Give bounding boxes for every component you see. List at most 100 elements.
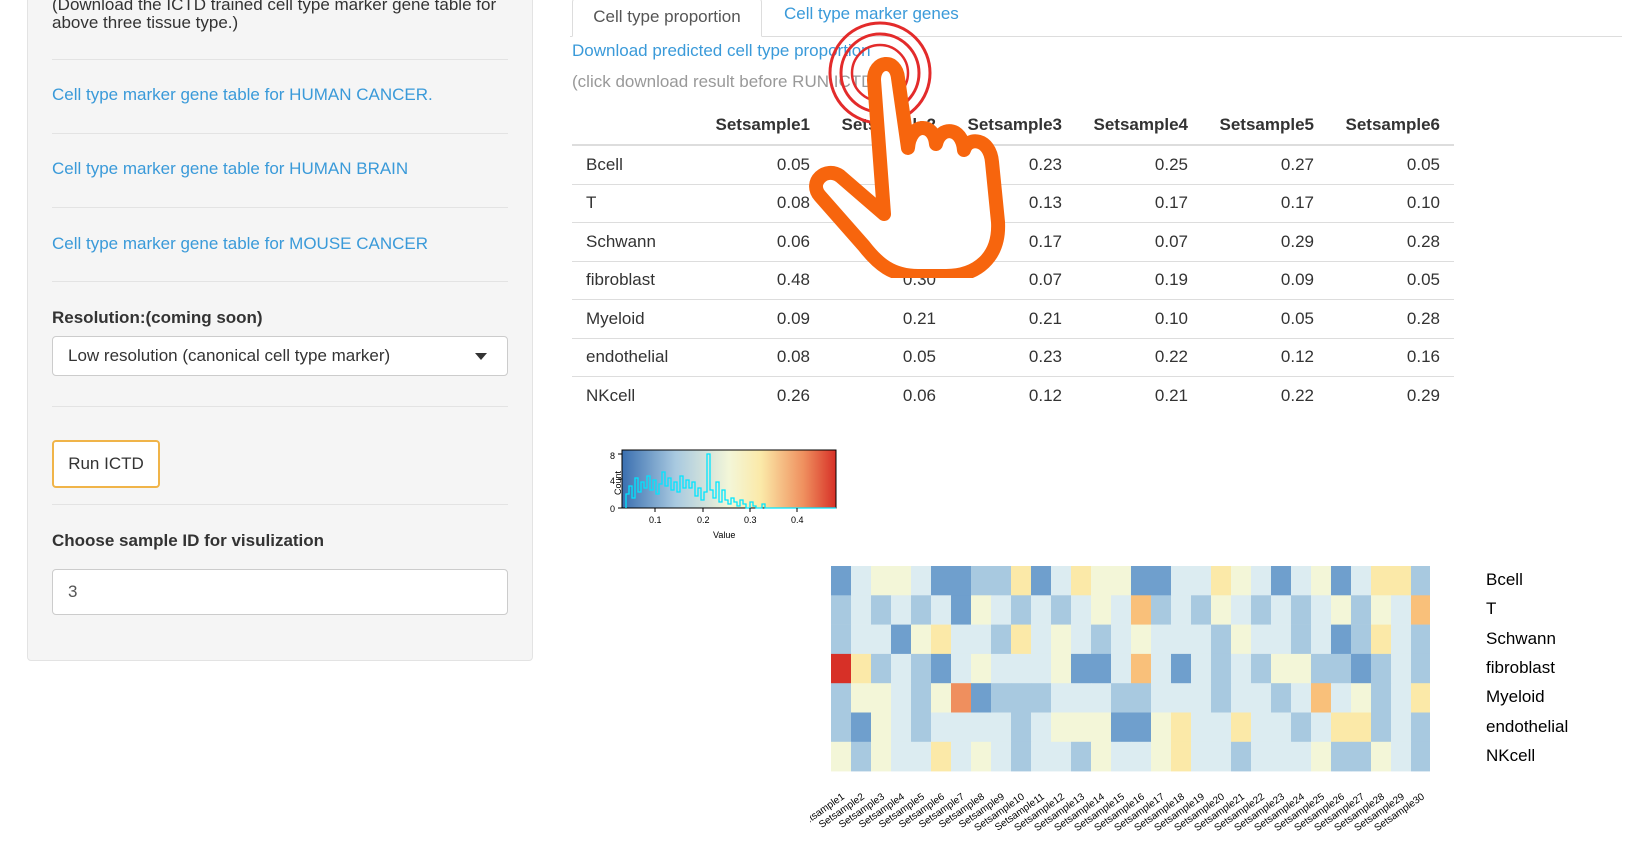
heatmap-cell: [1331, 624, 1352, 655]
heatmap-cell: [1291, 653, 1312, 684]
table-cell: 0.29: [1202, 222, 1328, 261]
heatmap-cell: [891, 566, 912, 596]
heatmap-cell: [891, 741, 912, 772]
heatmap-cell: [1191, 653, 1212, 684]
sample-id-input[interactable]: 3: [52, 569, 508, 615]
heatmap-cell: [1011, 712, 1032, 743]
heatmap-cell: [1311, 566, 1332, 596]
table-cell: 0.23: [950, 337, 1076, 377]
heatmap-cell: [1351, 741, 1372, 772]
table-cell: 0.21: [950, 299, 1076, 338]
heatmap-cell: [1171, 741, 1192, 772]
heatmap-cell: [1271, 683, 1292, 713]
column-header: Setsample5: [1202, 106, 1328, 146]
sample-id-label: Choose sample ID for visulization: [52, 531, 325, 550]
heatmap-cell: [1131, 712, 1152, 743]
heatmap-cell: [1191, 683, 1212, 713]
table-cell: 0.16: [1328, 337, 1454, 377]
heatmap-cell: [1091, 566, 1112, 596]
heatmap-cell: [1311, 741, 1332, 772]
row-label: Bcell: [572, 144, 698, 184]
heatmap-cell: [1291, 566, 1312, 596]
heatmap-cell: [1251, 683, 1272, 713]
heatmap-cell: [831, 741, 852, 772]
color-key-ytick: 4: [610, 476, 616, 486]
heatmap-cell: [851, 595, 872, 625]
heatmap-cell: [1031, 741, 1052, 772]
chevron-down-icon: [475, 353, 487, 360]
table-cell: 0.21: [1076, 376, 1202, 415]
heatmap-cell: [1031, 566, 1052, 596]
run-ictd-button[interactable]: Run ICTD: [52, 440, 160, 488]
resolution-select[interactable]: Low resolution (canonical cell type mark…: [52, 336, 508, 376]
heatmap-cell: [831, 653, 852, 684]
heatmap-cell: [831, 712, 852, 743]
table-row: NKcell 0.26 0.06 0.12 0.21 0.22 0.29: [572, 376, 1454, 415]
heatmap-cell: [931, 653, 952, 684]
heatmap-cell: [1211, 653, 1232, 684]
heatmap-cell: [1191, 566, 1212, 596]
heatmap-cell: [1371, 653, 1392, 684]
heatmap-cell: [931, 566, 952, 596]
heatmap-cell: [1071, 624, 1092, 655]
mouse-cancer-link[interactable]: Cell type marker gene table for MOUSE CA…: [52, 234, 428, 254]
table-cell: 0.19: [1076, 260, 1202, 300]
heatmap-cell: [1331, 566, 1352, 596]
human-cancer-link[interactable]: Cell type marker gene table for HUMAN CA…: [52, 85, 433, 105]
heatmap-cell: [1151, 741, 1172, 772]
tab-cell-type-proportion[interactable]: Cell type proportion: [572, 0, 762, 37]
heatmap-cell: [971, 653, 992, 684]
heatmap-cell: [1211, 712, 1232, 743]
divider: [52, 133, 508, 134]
heatmap-cell: [891, 624, 912, 655]
row-label: Schwann: [572, 222, 698, 261]
heatmap-cell: [971, 712, 992, 743]
row-label: endothelial: [572, 337, 698, 377]
heatmap-cell: [1151, 712, 1172, 743]
heatmap-cell: [911, 653, 932, 684]
heatmap-cell: [1111, 595, 1132, 625]
heatmap-cell: [1191, 595, 1212, 625]
heatmap-cell: [1391, 741, 1412, 772]
heatmap-cell: [1151, 566, 1172, 596]
heatmap-cell: [951, 653, 972, 684]
heatmap-cell: [871, 653, 892, 684]
table-cell: 0.17: [1202, 183, 1328, 223]
human-brain-link[interactable]: Cell type marker gene table for HUMAN BR…: [52, 159, 408, 179]
heatmap-cell: [1211, 624, 1232, 655]
divider: [52, 207, 508, 208]
table-cell: 0.25: [1076, 144, 1202, 184]
color-key-xtick: 0.2: [697, 515, 710, 525]
table-cell: 0.09: [698, 299, 824, 338]
heatmap-cell: [1351, 712, 1372, 743]
heatmap-cell: [1051, 712, 1072, 743]
heatmap-cell: [1391, 683, 1412, 713]
table-cell: 0.05: [824, 337, 950, 377]
heatmap-cell: [971, 683, 992, 713]
heatmap-cell: [991, 653, 1012, 684]
table-cell: 0.07: [1076, 222, 1202, 261]
heatmap-cell: [1271, 566, 1292, 596]
heatmap-cell: [1131, 683, 1152, 713]
heatmap-cell: [1071, 566, 1092, 596]
heatmap-cell: [871, 624, 892, 655]
heatmap-cell: [1351, 683, 1372, 713]
divider: [52, 59, 508, 60]
heatmap-cell: [851, 566, 872, 596]
heatmap-cell: [1371, 566, 1392, 596]
heatmap-cell: [1051, 653, 1072, 684]
heatmap-cell: [1171, 653, 1192, 684]
heatmap-cell: [1391, 653, 1412, 684]
heatmap-cell: [931, 624, 952, 655]
heatmap-cell: [851, 624, 872, 655]
heatmap-cell: [891, 683, 912, 713]
heatmap-cell: [1091, 683, 1112, 713]
heatmap-cell: [1271, 624, 1292, 655]
heatmap-cell: [1171, 712, 1192, 743]
heatmap-cell: [1251, 653, 1272, 684]
heatmap-cell: [971, 624, 992, 655]
heatmap-cell: [1151, 683, 1172, 713]
heatmap-cell: [951, 712, 972, 743]
table-cell: 0.12: [1202, 337, 1328, 377]
divider: [52, 504, 508, 505]
